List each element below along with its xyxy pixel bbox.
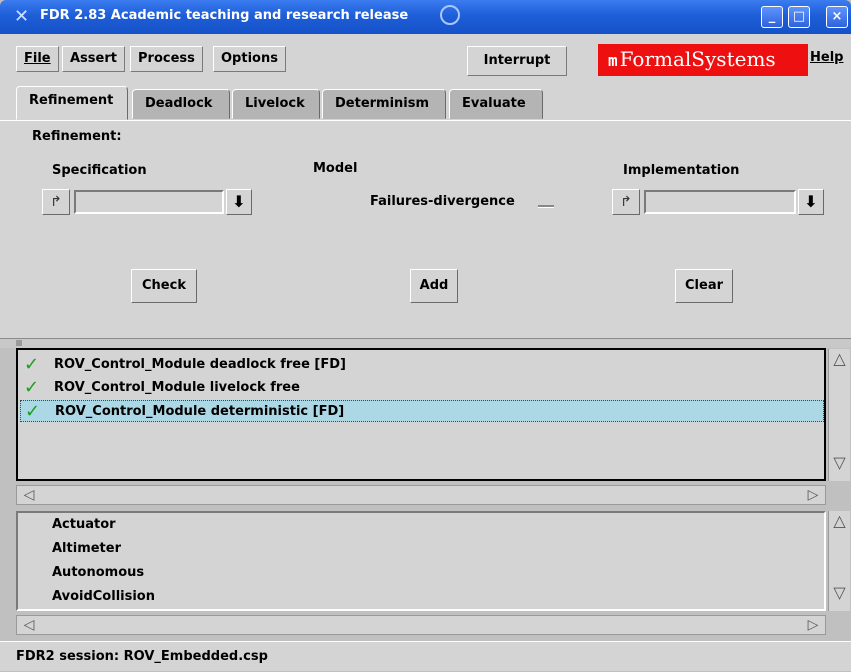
check-icon: ✓ xyxy=(24,377,40,398)
list-item[interactable]: ✓ ROV_Control_Module deadlock free [FD] xyxy=(20,354,824,376)
scroll-down-icon[interactable]: ▽ xyxy=(829,453,850,481)
close-button[interactable]: × xyxy=(826,6,848,28)
tab-deadlock[interactable]: Deadlock xyxy=(132,89,230,119)
check-icon: ✓ xyxy=(25,401,41,422)
pane-divider-handle[interactable] xyxy=(16,340,22,346)
list-item[interactable]: Altimeter xyxy=(52,537,121,561)
list-item[interactable]: AvoidCollision xyxy=(52,585,155,609)
tab-livelock[interactable]: Livelock xyxy=(232,89,320,119)
list-item-selected[interactable]: ✓ ROV_Control_Module deterministic [FD] xyxy=(20,400,824,422)
check-icon: ✓ xyxy=(24,354,40,375)
status-bar: FDR2 session: ROV_Embedded.csp xyxy=(0,641,851,671)
menu-file[interactable]: File xyxy=(16,46,59,72)
tab-evaluate[interactable]: Evaluate xyxy=(449,89,543,119)
process-vertical-scrollbar[interactable]: △ ▽ xyxy=(828,511,850,611)
model-option-menu-indicator[interactable] xyxy=(538,205,554,208)
menu-bar: File Assert Process Options Interrupt mF… xyxy=(0,34,851,85)
refinement-panel: Refinement: Specification Model Implemen… xyxy=(0,120,851,338)
menu-assert-label: Assert xyxy=(70,51,117,66)
check-button[interactable]: Check xyxy=(131,269,197,303)
menu-file-label: File xyxy=(24,51,51,66)
scroll-right-icon[interactable]: ▷ xyxy=(801,616,825,634)
maximize-button[interactable]: □ xyxy=(788,6,810,28)
scroll-up-icon[interactable]: △ xyxy=(829,511,850,539)
scroll-down-icon[interactable]: ▽ xyxy=(829,583,850,611)
brand-mark-icon: m xyxy=(608,51,618,70)
menu-process-label: Process xyxy=(138,51,195,66)
jump-icon: ↱ xyxy=(620,194,632,210)
model-label: Model xyxy=(313,161,358,176)
swirl-icon xyxy=(440,5,460,25)
scroll-left-icon[interactable]: ◁ xyxy=(17,616,41,634)
impl-dropdown-button[interactable]: ⬇ xyxy=(798,189,824,215)
refinement-section-label: Refinement: xyxy=(32,129,122,144)
window-title: FDR 2.83 Academic teaching and research … xyxy=(40,8,409,23)
menu-options[interactable]: Options xyxy=(213,46,286,72)
specification-label: Specification xyxy=(52,163,147,178)
add-button[interactable]: Add xyxy=(410,269,458,303)
menu-help[interactable]: Help xyxy=(810,50,843,65)
implementation-input[interactable] xyxy=(644,190,796,214)
menu-process[interactable]: Process xyxy=(130,46,203,72)
process-list[interactable]: Actuator Altimeter Autonomous AvoidColli… xyxy=(16,511,826,611)
scroll-up-icon[interactable]: △ xyxy=(829,349,850,377)
jump-icon: ↱ xyxy=(50,194,62,210)
result-text: ROV_Control_Module deadlock free [FD] xyxy=(54,357,346,372)
process-horizontal-scrollbar[interactable]: ◁ ▷ xyxy=(16,615,826,635)
results-vertical-scrollbar[interactable]: △ ▽ xyxy=(828,349,850,481)
minimize-button[interactable]: _ xyxy=(761,6,783,28)
pane-divider[interactable] xyxy=(0,338,851,348)
clear-button[interactable]: Clear xyxy=(675,269,733,303)
result-text: ROV_Control_Module livelock free xyxy=(54,380,300,395)
menu-help-label: Help xyxy=(810,50,844,65)
title-bar[interactable]: ✕ FDR 2.83 Academic teaching and researc… xyxy=(0,0,851,34)
list-item[interactable]: Autonomous xyxy=(52,561,144,585)
download-arrow-icon: ⬇ xyxy=(232,192,246,211)
menu-assert[interactable]: Assert xyxy=(62,46,125,72)
implementation-label: Implementation xyxy=(623,163,740,178)
app-icon: ✕ xyxy=(14,6,30,27)
assertion-results-list[interactable]: ✓ ROV_Control_Module deadlock free [FD] … xyxy=(16,348,826,481)
tab-refinement[interactable]: Refinement xyxy=(16,86,128,120)
list-item[interactable]: ✓ ROV_Control_Module livelock free xyxy=(20,377,824,399)
scroll-right-icon[interactable]: ▷ xyxy=(801,486,825,504)
brand-text: FormalSystems xyxy=(619,47,776,71)
brand-logo: m FormalSystems xyxy=(598,44,808,76)
result-text: ROV_Control_Module deterministic [FD] xyxy=(55,404,345,419)
download-arrow-icon: ⬇ xyxy=(804,192,818,211)
impl-jump-button[interactable]: ↱ xyxy=(612,189,640,215)
scroll-left-icon[interactable]: ◁ xyxy=(17,486,41,504)
specification-input[interactable] xyxy=(74,190,224,214)
tab-determinism[interactable]: Determinism xyxy=(322,89,446,119)
model-value[interactable]: Failures-divergence xyxy=(370,194,515,209)
interrupt-button[interactable]: Interrupt xyxy=(467,46,567,76)
menu-options-label: Options xyxy=(221,51,278,66)
list-item[interactable]: Actuator xyxy=(52,513,116,537)
spec-dropdown-button[interactable]: ⬇ xyxy=(226,189,252,215)
spec-jump-button[interactable]: ↱ xyxy=(42,189,70,215)
tab-bar: Refinement Deadlock Livelock Determinism… xyxy=(0,85,851,120)
results-horizontal-scrollbar[interactable]: ◁ ▷ xyxy=(16,485,826,505)
